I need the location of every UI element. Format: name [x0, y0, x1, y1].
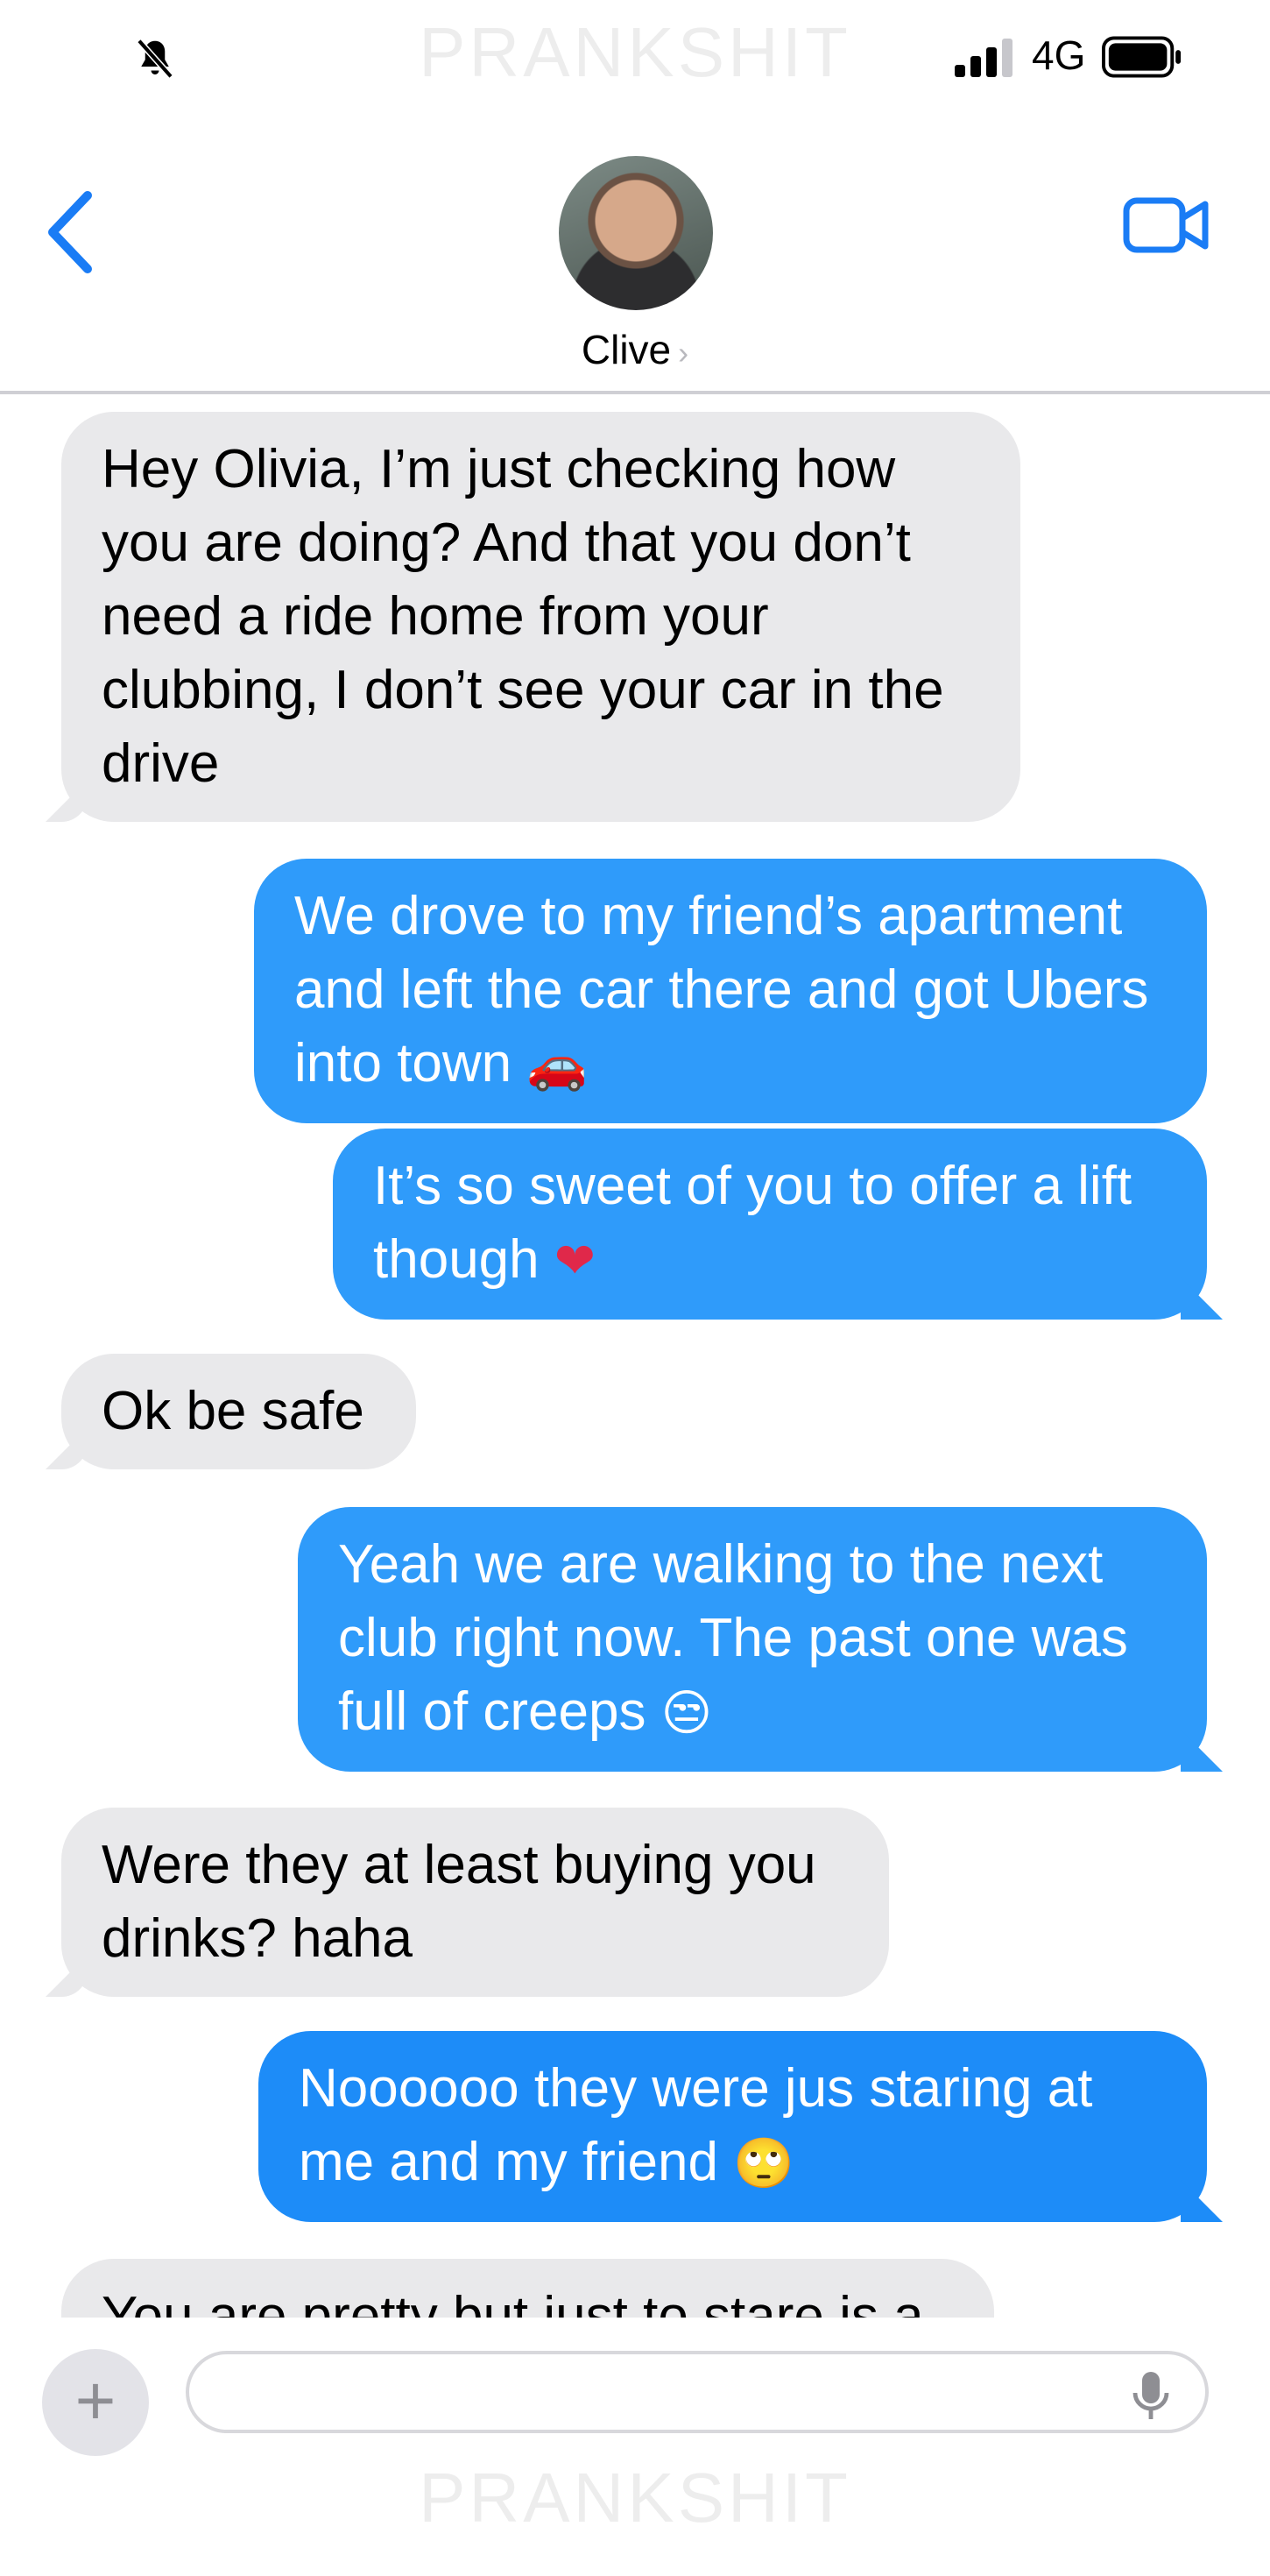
message-thread[interactable]: Hey Olivia, I’m just checking how you ar…: [0, 394, 1270, 2318]
message-input[interactable]: [186, 2351, 1209, 2433]
message-outgoing[interactable]: We drove to my friend’s apartment and le…: [254, 859, 1207, 1123]
compose-bar: +: [0, 2318, 1270, 2456]
back-chevron-icon[interactable]: [44, 188, 96, 276]
status-bar: 4G: [0, 0, 1270, 114]
message-text: It’s so sweet of you to offer a lift tho…: [373, 1156, 1132, 1290]
message-incoming[interactable]: You are pretty but just to stare is a: [61, 2259, 994, 2318]
message-outgoing[interactable]: It’s so sweet of you to offer a lift tho…: [333, 1129, 1207, 1320]
message-text: Were they at least buying you drinks? ha…: [102, 1835, 816, 1969]
heart-emoji-icon: ❤: [554, 1233, 596, 1290]
message-outgoing[interactable]: Yeah we are walking to the next club rig…: [298, 1507, 1207, 1772]
eye-roll-emoji-icon: 🙄: [733, 2135, 794, 2192]
bell-slash-icon: [137, 39, 173, 79]
signal-icon: [955, 39, 1012, 77]
contact-name[interactable]: Clive ›: [0, 326, 1270, 373]
message-text: Yeah we are walking to the next club rig…: [338, 1534, 1128, 1742]
microphone-icon[interactable]: [1132, 2370, 1170, 2423]
watermark-bottom: PRANKSHIT: [419, 2459, 851, 2537]
message-incoming[interactable]: Hey Olivia, I’m just checking how you ar…: [61, 412, 1020, 822]
message-incoming[interactable]: Ok be safe: [61, 1354, 416, 1469]
message-text: Hey Olivia, I’m just checking how you ar…: [102, 439, 944, 794]
message-outgoing[interactable]: Noooooo they were jus staring at me and …: [258, 2031, 1207, 2222]
network-type: 4G: [1032, 32, 1086, 78]
contact-name-label: Clive: [581, 327, 672, 372]
unamused-emoji-icon: 😒: [660, 1685, 713, 1742]
message-text: You are pretty but just to stare is a: [102, 2286, 924, 2318]
conversation-header: Clive ›: [0, 114, 1270, 394]
message-text: Ok be safe: [102, 1381, 364, 1441]
message-incoming[interactable]: Were they at least buying you drinks? ha…: [61, 1808, 889, 1997]
battery-icon: [1102, 36, 1182, 78]
car-emoji-icon: 🚗: [526, 1037, 589, 1093]
plus-icon[interactable]: +: [42, 2349, 149, 2456]
video-camera-icon[interactable]: [1123, 195, 1210, 256]
chevron-right-icon: ›: [678, 335, 689, 371]
message-text: We drove to my friend’s apartment and le…: [294, 886, 1149, 1093]
avatar[interactable]: [559, 156, 713, 310]
message-text: Noooooo they were jus staring at me and …: [299, 2058, 1093, 2192]
